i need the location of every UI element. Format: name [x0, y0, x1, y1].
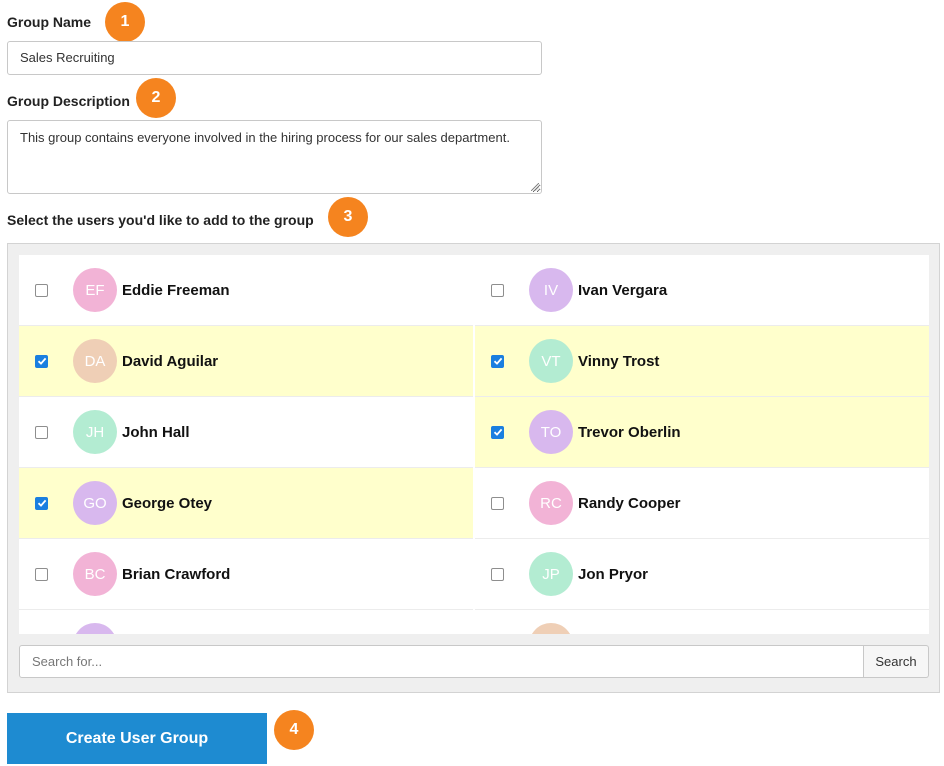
select-users-label: Select the users you'd like to add to th…	[7, 212, 314, 228]
user-checkbox[interactable]	[491, 425, 504, 439]
user-row[interactable]	[475, 610, 929, 634]
user-row[interactable]: TO Trevor Oberlin	[475, 397, 929, 468]
user-row[interactable]: JP Jon Pryor	[475, 539, 929, 610]
checkmark-icon	[493, 357, 502, 365]
checkmark-icon	[493, 428, 502, 436]
user-checkbox[interactable]	[35, 567, 48, 581]
user-row[interactable]: RC Randy Cooper	[475, 468, 929, 539]
user-row[interactable]	[19, 610, 473, 634]
user-checkbox[interactable]	[491, 567, 504, 581]
avatar: RC	[529, 481, 573, 525]
checkmark-icon	[37, 357, 46, 365]
user-checkbox[interactable]	[491, 496, 504, 510]
group-description-label: Group Description	[7, 93, 130, 109]
user-name: David Aguilar	[122, 352, 219, 370]
checkmark-icon	[37, 499, 46, 507]
step-badge-1: 1	[105, 2, 145, 42]
user-checkbox[interactable]	[491, 354, 504, 368]
user-name: Ivan Vergara	[578, 281, 668, 299]
avatar: IV	[529, 268, 573, 312]
group-description-text: This group contains everyone involved in…	[20, 130, 510, 145]
create-user-group-button[interactable]: Create User Group	[7, 713, 267, 764]
user-name: Eddie Freeman	[122, 281, 230, 299]
user-name: Jon Pryor	[578, 565, 649, 583]
user-row[interactable]: GO George Otey	[19, 468, 473, 539]
user-row[interactable]: BC Brian Crawford	[19, 539, 473, 610]
user-name: Vinny Trost	[578, 352, 660, 370]
step-badge-4: 4	[274, 710, 314, 750]
avatar: EF	[73, 268, 117, 312]
avatar: GO	[73, 481, 117, 525]
user-row[interactable]: JH John Hall	[19, 397, 473, 468]
step-badge-3: 3	[328, 197, 368, 237]
user-checkbox[interactable]	[491, 283, 504, 297]
user-name: Randy Cooper	[578, 494, 681, 512]
avatar: VT	[529, 339, 573, 383]
resize-handle-icon[interactable]	[531, 183, 539, 191]
user-name: John Hall	[122, 423, 190, 441]
group-name-input[interactable]: Sales Recruiting	[7, 41, 542, 75]
user-name: Brian Crawford	[122, 565, 231, 583]
group-description-textarea[interactable]: This group contains everyone involved in…	[7, 120, 542, 194]
user-checkbox[interactable]	[35, 283, 48, 297]
users-list[interactable]: EF Eddie Freeman IV Ivan Vergara DA David Agu…	[19, 255, 929, 634]
avatar: DA	[73, 339, 117, 383]
avatar: TO	[529, 410, 573, 454]
search-row: Search for... Search	[19, 645, 929, 678]
avatar: BC	[73, 552, 117, 596]
user-row[interactable]: IV Ivan Vergara	[475, 255, 929, 326]
search-input[interactable]: Search for...	[19, 645, 864, 678]
user-checkbox[interactable]	[35, 496, 48, 510]
user-checkbox[interactable]	[35, 354, 48, 368]
user-row[interactable]: EF Eddie Freeman	[19, 255, 473, 326]
step-badge-2: 2	[136, 78, 176, 118]
avatar	[529, 623, 573, 634]
user-name: George Otey	[122, 494, 213, 512]
user-checkbox[interactable]	[35, 425, 48, 439]
avatar: JP	[529, 552, 573, 596]
users-panel: EF Eddie Freeman IV Ivan Vergara DA David Agu…	[7, 243, 940, 693]
user-row[interactable]: DA David Aguilar	[19, 326, 473, 397]
group-name-label: Group Name	[7, 14, 92, 30]
avatar	[73, 623, 117, 634]
user-row[interactable]: VT Vinny Trost	[475, 326, 929, 397]
user-name: Trevor Oberlin	[578, 423, 681, 441]
avatar: JH	[73, 410, 117, 454]
search-button[interactable]: Search	[864, 645, 929, 678]
